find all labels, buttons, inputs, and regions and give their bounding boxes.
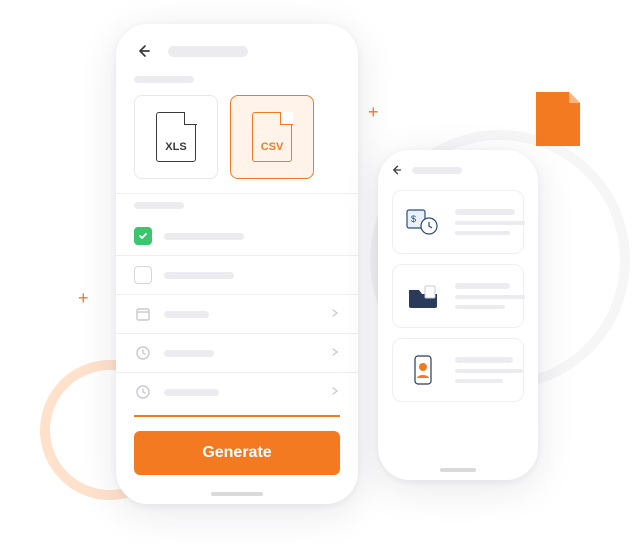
back-arrow-icon[interactable]	[390, 164, 402, 176]
clock-icon	[134, 344, 152, 362]
card-line	[455, 369, 523, 373]
report-card[interactable]	[392, 338, 524, 402]
card-title	[455, 357, 513, 363]
row-label	[164, 350, 214, 357]
option-label	[164, 233, 244, 240]
phone-export-settings: XLS CSV	[116, 24, 358, 504]
row-label	[164, 389, 219, 396]
format-option-csv[interactable]: CSV	[230, 95, 314, 179]
time-row[interactable]	[116, 334, 358, 372]
time-row[interactable]	[116, 373, 358, 411]
date-row[interactable]	[116, 295, 358, 333]
file-xls-icon: XLS	[156, 112, 196, 162]
plus-decor-icon: +	[368, 102, 379, 123]
clock-icon	[134, 383, 152, 401]
format-label: CSV	[261, 141, 284, 153]
generate-label: Generate	[202, 444, 271, 462]
back-arrow-icon[interactable]	[134, 42, 152, 60]
calendar-clock-icon: $	[405, 201, 441, 243]
chevron-right-icon	[330, 344, 340, 362]
svg-text:$: $	[411, 214, 416, 224]
generate-button[interactable]: Generate	[134, 431, 340, 475]
checkbox-checked-icon[interactable]	[134, 227, 152, 245]
format-label: XLS	[165, 141, 186, 153]
card-line	[455, 231, 510, 235]
option-label	[164, 272, 234, 279]
home-indicator	[440, 468, 476, 472]
phone-reports-list: $	[378, 150, 538, 480]
card-line	[455, 379, 503, 383]
section-label	[134, 202, 184, 209]
folder-icon	[405, 275, 441, 317]
home-indicator	[211, 492, 263, 496]
calendar-icon	[134, 305, 152, 323]
section-label	[134, 76, 194, 83]
accent-divider	[134, 415, 340, 417]
card-line	[455, 295, 525, 299]
file-csv-icon: CSV	[252, 112, 292, 162]
card-line	[455, 305, 505, 309]
option-row-checked[interactable]	[116, 217, 358, 255]
format-option-xls[interactable]: XLS	[134, 95, 218, 179]
card-title	[455, 283, 510, 289]
report-card[interactable]: $	[392, 190, 524, 254]
person-phone-icon	[405, 349, 441, 391]
report-card[interactable]	[392, 264, 524, 328]
card-line	[455, 221, 525, 225]
chevron-right-icon	[330, 305, 340, 323]
page-title	[168, 46, 248, 57]
option-row-unchecked[interactable]	[116, 256, 358, 294]
file-icon	[536, 92, 580, 146]
card-title	[455, 209, 515, 215]
checkbox-unchecked-icon[interactable]	[134, 266, 152, 284]
page-title	[412, 167, 462, 174]
row-label	[164, 311, 209, 318]
plus-decor-icon: +	[78, 288, 89, 309]
chevron-right-icon	[330, 383, 340, 401]
